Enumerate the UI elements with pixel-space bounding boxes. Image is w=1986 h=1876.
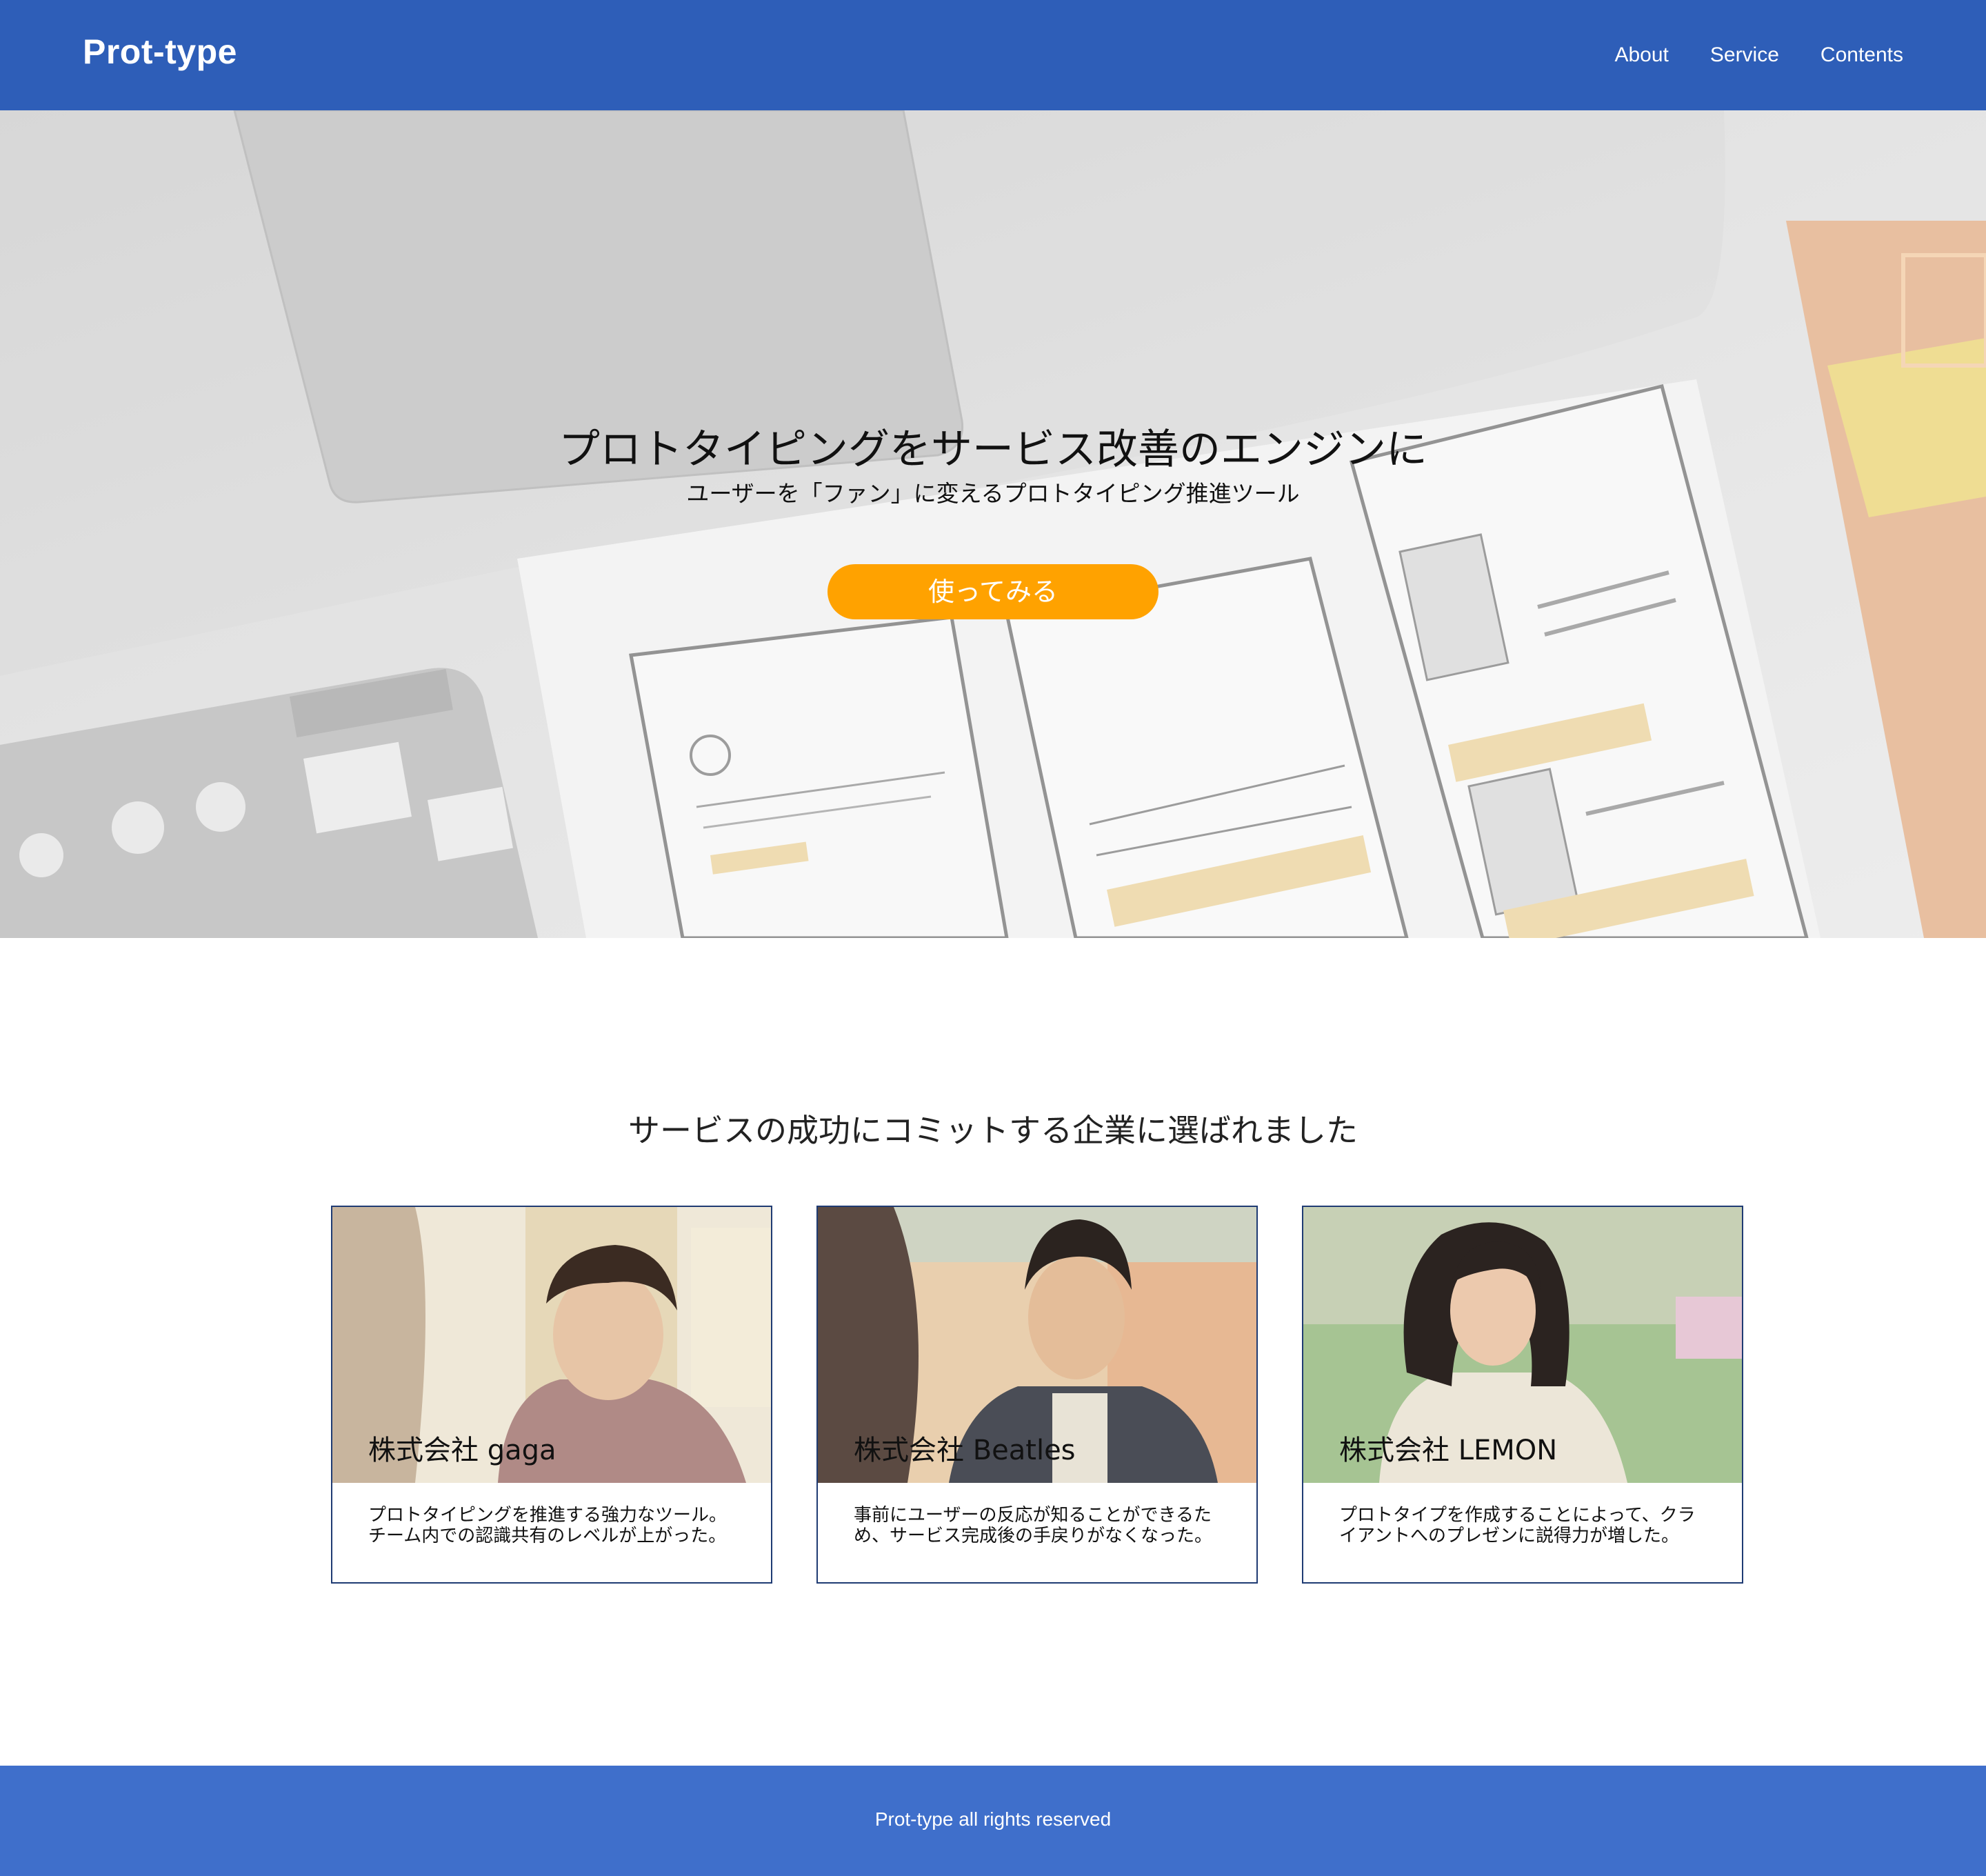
client-testimonial: プロトタイプを作成することによって、クライアントへのプレゼンに説得力が増した。 [1339, 1505, 1696, 1546]
client-card-lemon[interactable]: 株式会社 LEMON プロトタイプを作成することによって、クライアントへのプレゼ… [1302, 1206, 1743, 1584]
client-testimonial: 事前にユーザーの反応が知ることができるため、サービス完成後の手戻りがなくなった。 [854, 1505, 1213, 1546]
site-footer: Prot-type all rights reserved [0, 1766, 1986, 1876]
client-card-gaga[interactable]: 株式会社 gaga プロトタイピングを推進する強力なツール。チーム内での認識共有… [331, 1206, 772, 1584]
hero-overlay [0, 110, 1986, 938]
client-company-name: 株式会社 Beatles [854, 1435, 1076, 1466]
main-nav: About Service Contents [1614, 41, 1903, 69]
client-company-name: 株式会社 LEMON [1339, 1435, 1558, 1466]
site-header: Prot-type About Service Contents [0, 0, 1986, 110]
nav-link-contents[interactable]: Contents [1820, 41, 1903, 69]
try-it-button[interactable]: 使ってみる [828, 564, 1158, 619]
hero-title: プロトタイピングをサービス改善のエンジンに [559, 426, 1427, 474]
nav-link-about[interactable]: About [1614, 41, 1668, 69]
client-card-beatles[interactable]: 株式会社 Beatles 事前にユーザーの反応が知ることができるため、サービス完… [816, 1206, 1258, 1584]
client-testimonial: プロトタイピングを推進する強力なツール。チーム内での認識共有のレベルが上がった。 [368, 1505, 728, 1546]
clients-section-title: サービスの成功にコミットする企業に選ばれました [628, 1112, 1358, 1149]
hero-section: プロトタイピングをサービス改善のエンジンに ユーザーを「ファン」に変えるプロトタ… [0, 110, 1986, 938]
nav-link-service[interactable]: Service [1710, 41, 1779, 69]
client-company-name: 株式会社 gaga [368, 1435, 556, 1466]
brand-logo[interactable]: Prot-type [83, 32, 237, 72]
copyright-text: Prot-type all rights reserved [874, 1808, 1112, 1830]
hero-subtitle: ユーザーを「ファン」に変えるプロトタイピング推進ツール [686, 480, 1300, 507]
